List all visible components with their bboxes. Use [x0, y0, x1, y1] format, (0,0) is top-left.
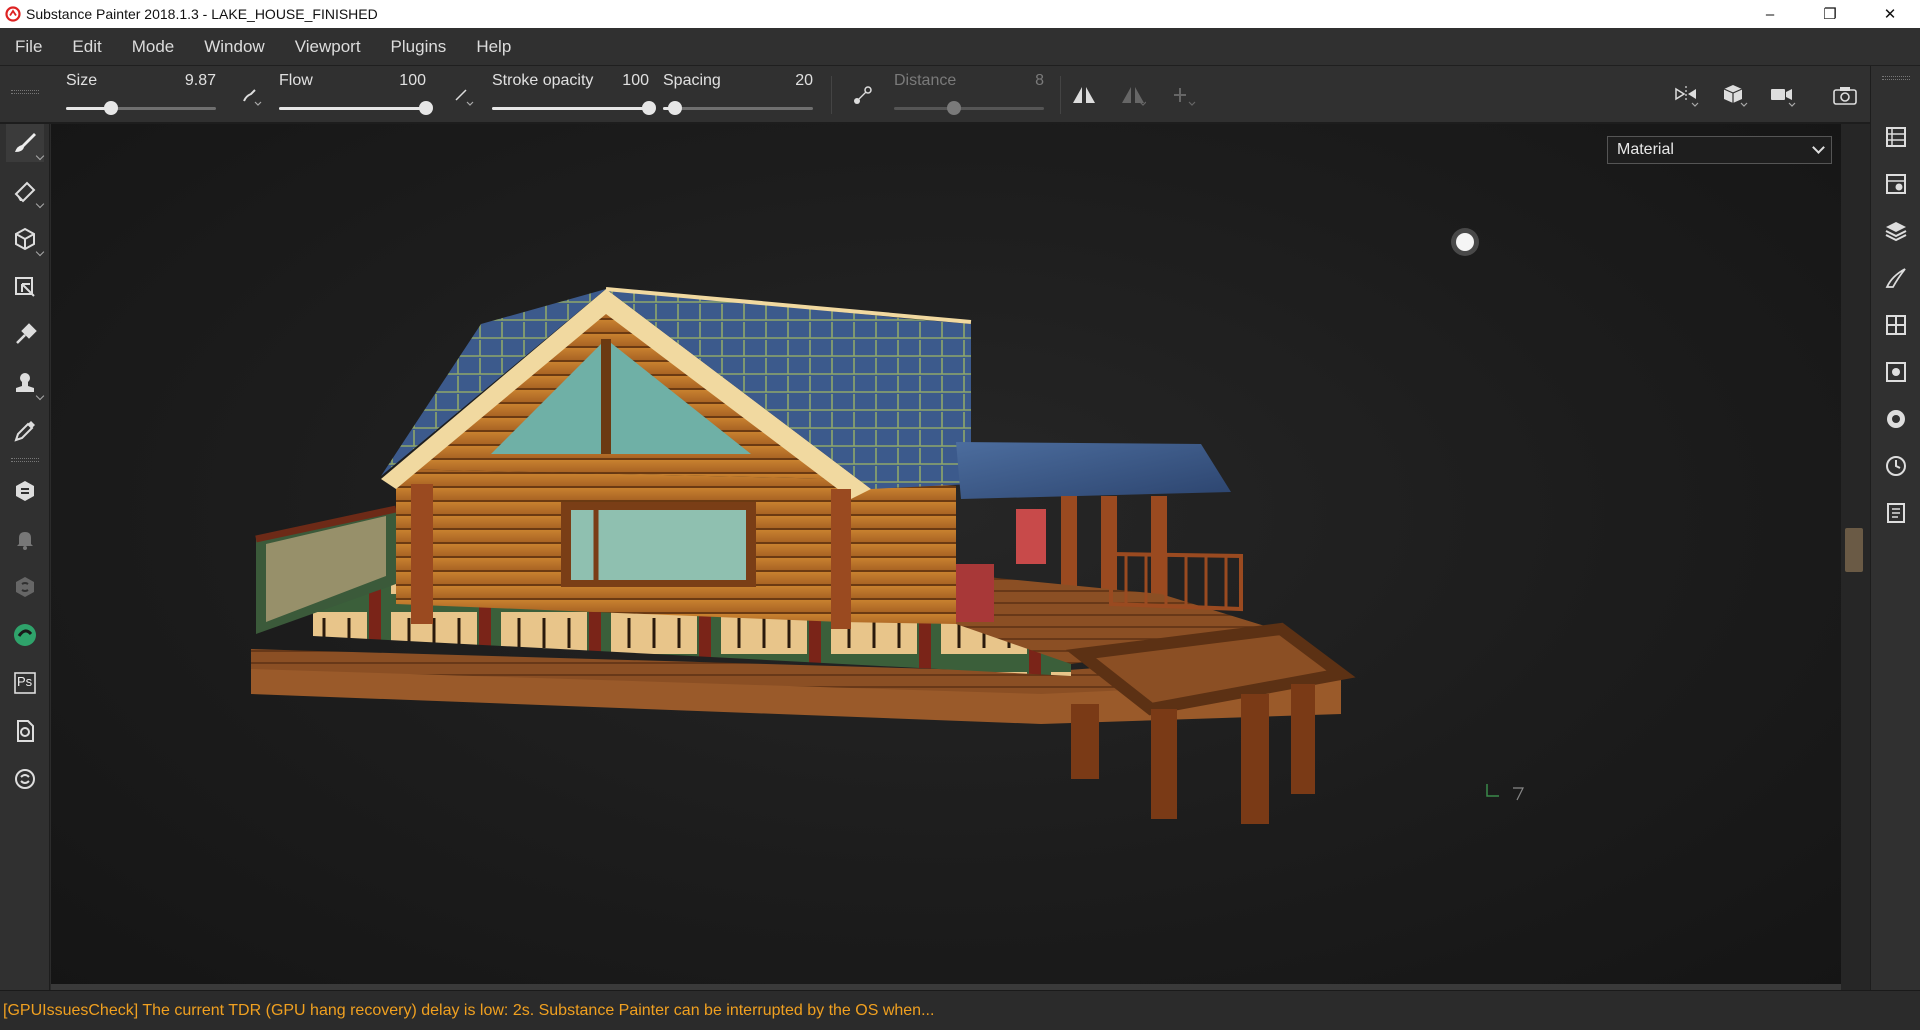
- projection-icon[interactable]: [6, 220, 45, 258]
- toolbar-divider: [831, 76, 832, 114]
- polygon-fill-icon[interactable]: [6, 268, 44, 306]
- symmetry-axis-icon[interactable]: [1168, 80, 1198, 110]
- photoshop-label: Ps: [17, 674, 33, 689]
- axis-gizmo: [1486, 784, 1499, 797]
- color-picker-icon[interactable]: [6, 412, 44, 450]
- substance-source-icon[interactable]: [6, 568, 44, 606]
- toolbar-grip[interactable]: [11, 90, 39, 94]
- panel-gap: [1841, 124, 1870, 990]
- channel-select[interactable]: Material: [1607, 136, 1832, 164]
- bake-icon[interactable]: [6, 472, 44, 510]
- camera-icon[interactable]: [1768, 80, 1798, 110]
- window-title: Substance Painter 2018.1.3 - LAKE_HOUSE_…: [26, 6, 378, 22]
- display-mode-cube-icon[interactable]: [1720, 80, 1750, 110]
- texture-set-settings-icon[interactable]: [1879, 167, 1913, 201]
- porch-roof: [956, 442, 1231, 499]
- history-brush-icon[interactable]: [1879, 261, 1913, 295]
- size-slider[interactable]: Size 9.87: [66, 66, 216, 124]
- tool-properties-bar: Size 9.87 Flow 100 Stroke opacity 100 Sp…: [0, 66, 1920, 124]
- clone-icon[interactable]: [6, 364, 45, 402]
- viewer-settings-icon[interactable]: [1879, 402, 1913, 436]
- size-label: Size: [66, 72, 98, 89]
- stroke-opacity-value[interactable]: 100: [622, 72, 649, 90]
- 3d-viewport[interactable]: [51, 124, 1841, 990]
- display-settings-icon[interactable]: [1879, 308, 1913, 342]
- panel-collapse-handle[interactable]: [1845, 528, 1863, 572]
- spacing-handle[interactable]: [668, 101, 682, 115]
- close-button[interactable]: ✕: [1860, 0, 1920, 28]
- menu-window[interactable]: Window: [189, 37, 279, 57]
- restore-button[interactable]: ❐: [1800, 0, 1860, 28]
- flow-pressure-icon[interactable]: [448, 80, 478, 110]
- lake-house-model: [251, 228, 1524, 824]
- photoshop-export-icon[interactable]: Ps: [6, 664, 44, 702]
- menu-edit[interactable]: Edit: [57, 37, 116, 57]
- shelf-settings-icon[interactable]: [1879, 355, 1913, 389]
- menu-viewport[interactable]: Viewport: [280, 37, 376, 57]
- stroke-opacity-handle[interactable]: [642, 101, 656, 115]
- paint-brush-icon[interactable]: [6, 124, 45, 162]
- window-controls: – ❐ ✕: [1740, 0, 1920, 28]
- menu-mode[interactable]: Mode: [117, 37, 190, 57]
- spacing-value[interactable]: 20: [795, 72, 813, 90]
- flow-fill: [279, 107, 426, 110]
- menu-help[interactable]: Help: [461, 37, 526, 57]
- distance-value[interactable]: 8: [1035, 72, 1044, 90]
- distance-handle[interactable]: [947, 101, 961, 115]
- flow-slider[interactable]: Flow 100: [279, 66, 433, 124]
- size-value[interactable]: 9.87: [185, 72, 216, 90]
- size-pressure-icon[interactable]: [236, 80, 266, 110]
- left-toolbar: Ps: [0, 90, 50, 990]
- menu-file[interactable]: File: [0, 37, 57, 57]
- lazy-mouse-icon[interactable]: [848, 80, 878, 110]
- distance-track: [894, 107, 1044, 110]
- chevron-down-icon: [1812, 141, 1825, 154]
- substance-painter-logo-icon: [2, 0, 24, 28]
- mirror-mode-icon[interactable]: [1118, 80, 1148, 110]
- toolbar-divider: [1060, 76, 1061, 114]
- distance-slider[interactable]: Distance 8: [894, 66, 1044, 124]
- log-wall-side: [841, 479, 956, 624]
- share-icon[interactable]: [6, 616, 44, 654]
- menu-bar: File Edit Mode Window Viewport Plugins H…: [0, 28, 1920, 66]
- stroke-opacity-fill: [492, 107, 649, 110]
- distance-label: Distance: [894, 72, 957, 89]
- sync-icon[interactable]: [6, 712, 44, 750]
- stroke-opacity-slider[interactable]: Stroke opacity 100: [492, 66, 656, 124]
- porch-chair: [1016, 509, 1046, 564]
- toolbar-grip[interactable]: [1882, 76, 1910, 80]
- channel-select-value: Material: [1617, 141, 1674, 158]
- status-message[interactable]: [GPUIssuesCheck] The current TDR (GPU ha…: [3, 1002, 934, 1020]
- status-bar: [GPUIssuesCheck] The current TDR (GPU ha…: [0, 990, 1920, 1030]
- smudge-icon[interactable]: [6, 316, 44, 354]
- spacing-track: [663, 107, 813, 110]
- eraser-icon[interactable]: [6, 172, 45, 210]
- flow-value[interactable]: 100: [399, 72, 426, 90]
- history-icon[interactable]: [1879, 449, 1913, 483]
- minimize-button[interactable]: –: [1740, 0, 1800, 28]
- symmetry-icon[interactable]: [1069, 80, 1099, 110]
- layers-icon[interactable]: [1879, 214, 1913, 248]
- screenshot-icon[interactable]: [1830, 80, 1860, 110]
- flow-handle[interactable]: [419, 101, 433, 115]
- flow-label: Flow: [279, 72, 313, 89]
- layers-stack-icon[interactable]: [1879, 120, 1913, 154]
- right-toolbar: [1870, 66, 1920, 990]
- spacing-slider[interactable]: Spacing 20: [663, 66, 813, 124]
- menu-plugins[interactable]: Plugins: [376, 37, 462, 57]
- porch-cushion: [956, 564, 994, 622]
- spacing-label: Spacing: [663, 72, 721, 89]
- notification-icon[interactable]: [6, 520, 44, 558]
- log-icon[interactable]: [1879, 496, 1913, 530]
- title-bar: Substance Painter 2018.1.3 - LAKE_HOUSE_…: [0, 0, 1920, 28]
- stroke-opacity-label: Stroke opacity: [492, 72, 594, 89]
- size-handle[interactable]: [104, 101, 118, 115]
- toolbar-grip[interactable]: [11, 458, 39, 462]
- substance-icon[interactable]: [6, 760, 44, 798]
- camera-projection-icon[interactable]: [1672, 80, 1702, 110]
